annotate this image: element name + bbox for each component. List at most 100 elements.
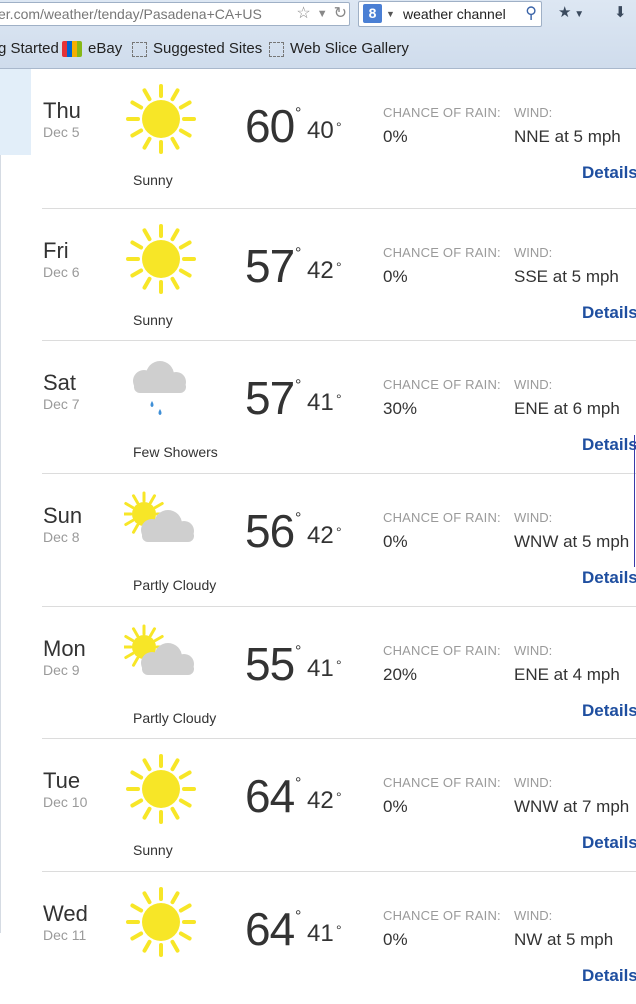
high-temp-degree: ° (295, 908, 302, 925)
high-temp: 56 (245, 505, 295, 557)
condition-text: Few Showers (133, 444, 218, 460)
day-date: Dec 10 (43, 794, 88, 810)
search-bar[interactable]: 8 ▼ weather channel ⚲ (358, 1, 542, 27)
address-text: er.com/weather/tenday/Pasadena+CA+US (0, 6, 262, 22)
low-temp: 41 (307, 389, 334, 416)
condition-text: Sunny (133, 312, 173, 328)
wind-value: NW at 5 mph (514, 930, 614, 949)
details-link[interactable]: Details (582, 833, 636, 853)
chance-of-rain-label: CHANCE OF RAIN: (383, 377, 501, 392)
favorite-getting-started[interactable]: g Started (0, 36, 59, 62)
day-date: Dec 7 (43, 396, 80, 412)
chance-of-rain-label: CHANCE OF RAIN: (383, 643, 501, 658)
details-link[interactable]: Details (582, 701, 636, 721)
details-link[interactable]: Details (582, 303, 636, 323)
day-name: Fri (43, 238, 69, 263)
day-name: Tue (43, 768, 81, 793)
address-bar[interactable]: er.com/weather/tenday/Pasadena+CA+US ☆ ▼… (0, 2, 350, 26)
condition-text: Sunny (133, 842, 173, 858)
search-input[interactable]: weather channel (403, 2, 506, 26)
wind-value: ENE at 4 mph (514, 665, 620, 684)
download-arrow-icon[interactable]: ⬇ (614, 3, 627, 23)
row-divider (42, 473, 636, 474)
high-temp-degree: ° (295, 643, 302, 660)
browser-chrome: er.com/weather/tenday/Pasadena+CA+US ☆ ▼… (0, 0, 636, 69)
wind-value: ENE at 6 mph (514, 399, 620, 418)
high-temp: 55 (245, 638, 295, 690)
wind-label: WIND: (514, 377, 553, 392)
favorites-bar: g Started eBay Suggested Sites Web Slice… (0, 36, 636, 62)
low-temp-degree: ° (336, 922, 342, 938)
condition-text: Partly Cloudy (133, 577, 217, 593)
sunny-icon (124, 753, 198, 825)
chance-of-rain-value: 0% (383, 267, 408, 286)
low-temp-degree: ° (336, 391, 342, 407)
forecast-row: Fri Dec 6 Sunny 57 ° 42 ° CHANCE OF RAIN… (42, 208, 636, 341)
star-icon[interactable]: ☆ (296, 3, 310, 25)
favorite-web-slice-gallery[interactable]: Web Slice Gallery (269, 36, 409, 62)
address-bar-icons: ☆ ▼ ↻ (296, 3, 347, 25)
day-date: Dec 8 (43, 529, 80, 545)
day-name: Thu (43, 98, 81, 123)
low-temp-degree: ° (336, 259, 342, 275)
partly-cloudy-icon (121, 621, 198, 693)
high-temp: 57 (245, 372, 295, 424)
low-temp: 42 (307, 522, 334, 549)
day-date: Dec 9 (43, 662, 80, 678)
wind-label: WIND: (514, 510, 553, 525)
high-temp-degree: ° (295, 377, 302, 394)
forecast-row: Sun Dec 8 Partly Cloudy 56 ° 42 ° CHANCE… (42, 473, 636, 606)
day-date: Dec 6 (43, 264, 80, 280)
chance-of-rain-label: CHANCE OF RAIN: (383, 105, 501, 120)
ebay-icon (62, 41, 82, 57)
low-temp-degree: ° (336, 657, 342, 673)
left-nav-panel (0, 69, 31, 155)
day-date: Dec 5 (43, 124, 80, 140)
favorite-ebay[interactable]: eBay (62, 36, 122, 62)
chance-of-rain-value: 30% (383, 399, 418, 418)
low-temp-degree: ° (336, 119, 342, 135)
refresh-icon[interactable]: ↻ (334, 3, 347, 25)
wind-value: WNW at 5 mph (514, 532, 630, 551)
search-icon[interactable]: ⚲ (525, 2, 537, 26)
wind-value: NNE at 5 mph (514, 127, 621, 146)
low-temp-degree: ° (336, 524, 342, 540)
high-temp: 60 (245, 100, 295, 152)
row-divider (42, 738, 636, 739)
dashed-box-icon (132, 41, 147, 57)
bookmark-star-icon[interactable]: ★ ▼ (558, 3, 584, 23)
sunny-icon (124, 83, 198, 155)
forecast-row: Sat Dec 7 Few Showers 57 ° 41 ° CHANCE O… (42, 340, 636, 473)
details-link[interactable]: Details (582, 568, 636, 588)
details-link[interactable]: Details (582, 163, 636, 183)
high-temp-degree: ° (295, 245, 302, 262)
forecast-row: Wed Dec 11 64 ° 41 ° CHANCE OF RAIN: 0% … (42, 871, 636, 1004)
wind-label: WIND: (514, 775, 553, 790)
chance-of-rain-value: 0% (383, 127, 408, 146)
day-name: Wed (43, 901, 88, 926)
search-engine-icon[interactable]: 8 (363, 4, 382, 23)
low-temp: 42 (307, 257, 334, 284)
day-name: Sat (43, 370, 77, 395)
left-divider (0, 155, 1, 933)
high-temp-degree: ° (295, 510, 302, 527)
low-temp-degree: ° (336, 789, 342, 805)
details-link[interactable]: Details (582, 966, 636, 986)
chance-of-rain-value: 20% (383, 665, 418, 684)
details-link[interactable]: Details (582, 435, 636, 455)
favorite-label: g Started (0, 40, 59, 57)
high-temp: 57 (245, 240, 295, 292)
sunny-icon (124, 223, 198, 295)
row-divider (42, 871, 636, 872)
wind-value: WNW at 7 mph (514, 797, 630, 816)
search-engine-dropdown-icon[interactable]: ▼ (386, 2, 395, 26)
favorite-suggested-sites[interactable]: Suggested Sites (132, 36, 262, 62)
low-temp: 41 (307, 920, 334, 947)
chance-of-rain-label: CHANCE OF RAIN: (383, 510, 501, 525)
chance-of-rain-value: 0% (383, 930, 408, 949)
chance-of-rain-label: CHANCE OF RAIN: (383, 245, 501, 260)
dropdown-arrow-icon[interactable]: ▼ (317, 3, 328, 25)
row-divider (42, 606, 636, 607)
wind-value: SSE at 5 mph (514, 267, 619, 286)
day-name: Mon (43, 636, 86, 661)
